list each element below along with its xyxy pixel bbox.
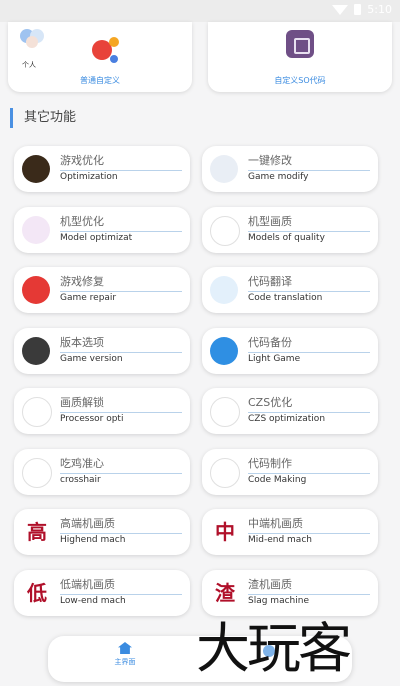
feature-title: 画质解锁	[60, 394, 182, 413]
flame-dark-icon	[22, 336, 50, 365]
nav-home-label: 主界面	[114, 658, 136, 666]
home-icon	[118, 642, 132, 654]
feature-subtitle: Game repair	[60, 293, 117, 303]
feature-item[interactable]: 版本选项 Game version	[14, 327, 190, 374]
feature-subtitle: Model optimizat	[60, 232, 133, 243]
feature-title: 代码备份	[248, 334, 370, 353]
lightning-logo-icon	[22, 155, 50, 183]
feature-title: 机型优化	[60, 213, 182, 232]
feature-title: 版本选项	[60, 334, 182, 353]
feature-title: 吃鸡准心	[60, 455, 182, 474]
feature-item[interactable]: 游戏优化 Optimization	[14, 146, 190, 192]
feature-item[interactable]: 代码备份 Light Game	[202, 327, 378, 374]
status-bar: 5:10	[0, 0, 400, 22]
feature-item[interactable]: 高高端机画质 Highend mach	[14, 509, 190, 555]
feature-title: CZS优化	[248, 394, 370, 413]
status-time: 5:10	[367, 3, 392, 16]
feature-subtitle: Highend mach	[60, 535, 126, 545]
feature-title: 游戏优化	[60, 152, 182, 171]
feature-title: 中端机画质	[248, 515, 370, 534]
feature-subtitle: Code translation	[248, 293, 323, 303]
feature-subtitle: Mid-end mach	[248, 535, 312, 545]
feature-subtitle: Game version	[60, 353, 123, 364]
status-right: 5:10	[332, 3, 392, 16]
feature-item[interactable]: 低低端机画质 Low-end mach	[14, 569, 190, 616]
feature-subtitle: Processor opti	[60, 414, 124, 424]
feature-subtitle: Models of quality	[248, 232, 325, 243]
feature-title: 代码翻译	[248, 273, 370, 292]
feature-title: 高端机画质	[60, 515, 182, 534]
feature-item[interactable]: 渣渣机画质 Slag machine	[202, 569, 378, 616]
nav-home[interactable]: 主界面	[110, 642, 140, 667]
feature-title: 低端机画质	[60, 576, 182, 595]
pencil-icon	[210, 336, 238, 365]
feature-subtitle: Optimization	[60, 172, 118, 182]
feature-subtitle: Game modify	[248, 172, 309, 182]
anime-character-icon	[210, 276, 238, 304]
personal-label: 个人	[22, 61, 36, 69]
glyph-slag-icon: 渣	[215, 580, 235, 605]
parachute-icon	[210, 155, 238, 183]
section-title: 其它功能	[10, 108, 76, 128]
feature-title: 一键修改	[248, 152, 370, 171]
location-pin-icon	[22, 276, 50, 304]
feature-title: 游戏修复	[60, 273, 182, 292]
feature-title: 代码制作	[248, 455, 370, 474]
glyph-high-icon: 高	[27, 520, 47, 544]
feature-subtitle: crosshair	[60, 474, 101, 485]
feature-item[interactable]: CZS优化 CZS optimization	[202, 388, 378, 434]
circuit-chip-icon	[210, 397, 240, 427]
feature-subtitle: CZS optimization	[248, 414, 326, 424]
chip-icon	[286, 30, 314, 58]
flame-icon	[22, 397, 52, 427]
glyph-mid-icon: 中	[215, 520, 235, 544]
glyph-low-icon: 低	[27, 580, 47, 605]
feature-title: 渣机画质	[248, 576, 370, 595]
feature-title: 机型画质	[248, 213, 370, 232]
anime-avatar-icon	[18, 26, 46, 52]
wifi-icon	[332, 4, 349, 15]
bubbles-icon	[88, 32, 122, 66]
feature-item[interactable]: 机型画质 Models of quality	[202, 206, 378, 253]
feature-item[interactable]: 画质解锁 Processor opti	[14, 388, 190, 434]
map-icon	[210, 215, 240, 246]
feature-item[interactable]: 中中端机画质 Mid-end mach	[202, 509, 378, 555]
feature-item[interactable]: 代码制作 Code Making	[202, 448, 378, 495]
custom-so-caption: 自定义SO代码	[274, 76, 326, 85]
pokeball-icon	[210, 457, 240, 488]
watermark-logo: 大玩客	[196, 617, 352, 680]
normal-custom-card[interactable]: 个人 普通自定义	[8, 22, 192, 92]
custom-so-code-card[interactable]: 自定义SO代码	[208, 22, 392, 92]
battery-icon	[354, 4, 362, 15]
feature-item[interactable]: 一键修改 Game modify	[202, 146, 378, 192]
feature-subtitle: Slag machine	[248, 595, 309, 606]
feature-subtitle: Code Making	[248, 474, 307, 485]
normal-custom-caption: 普通自定义	[80, 76, 120, 85]
feature-subtitle: Low-end mach	[60, 595, 126, 606]
feature-subtitle: Light Game	[248, 353, 301, 364]
feature-item[interactable]: 吃鸡准心 crosshair	[14, 448, 190, 495]
feature-item[interactable]: 代码翻译 Code translation	[202, 267, 378, 313]
network-user-icon	[22, 215, 50, 244]
feature-item[interactable]: 机型优化 Model optimizat	[14, 206, 190, 253]
feature-item[interactable]: 游戏修复 Game repair	[14, 267, 190, 313]
helmet-icon	[22, 457, 52, 488]
